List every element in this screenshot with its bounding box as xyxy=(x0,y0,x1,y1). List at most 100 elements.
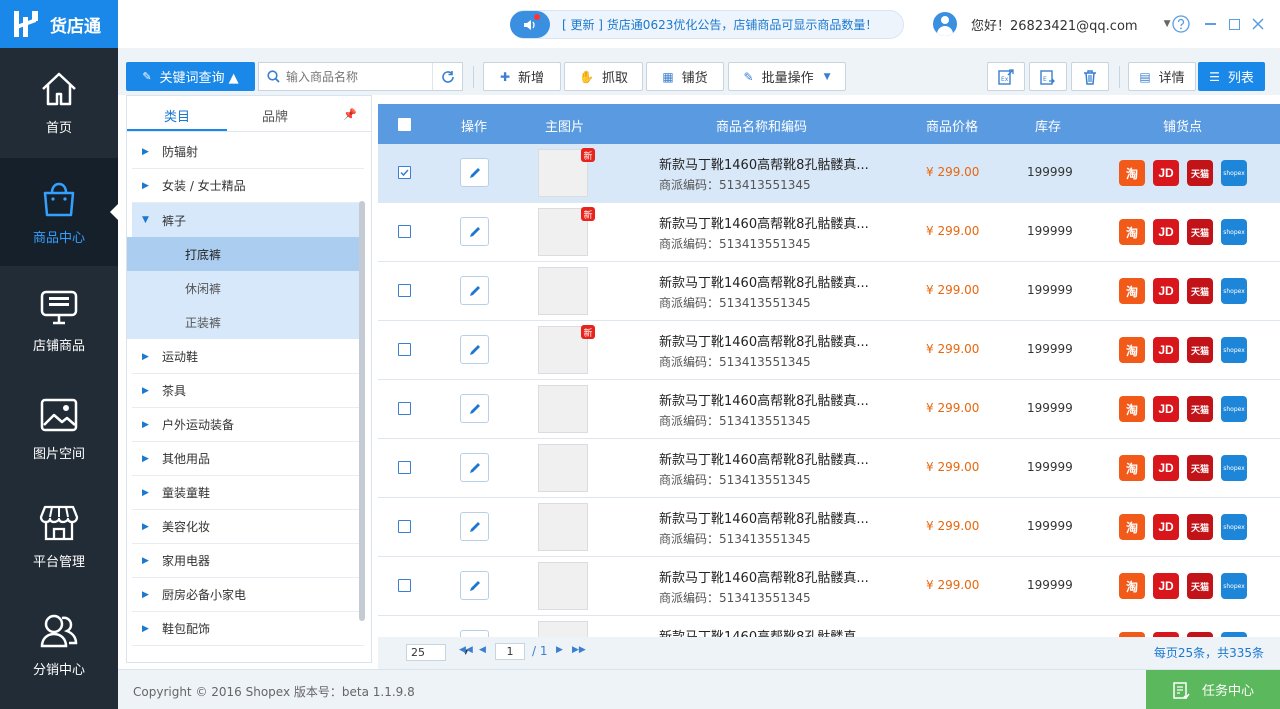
jd-icon[interactable]: JD xyxy=(1153,455,1179,481)
table-row[interactable]: 新款马丁靴1460高帮靴8孔骷髅真...商派编码：513413551345¥ 2… xyxy=(378,262,1280,321)
collapsed-arrow-icon[interactable]: ▶ xyxy=(142,522,162,532)
delete-button[interactable] xyxy=(1071,62,1109,91)
search-input[interactable] xyxy=(286,69,436,84)
table-row[interactable]: 新 新款马丁靴1460高帮靴8孔骷髅真... 商派编码：513413551345 ¥ … xyxy=(378,203,1280,262)
collapsed-arrow-icon[interactable]: ▶ xyxy=(142,147,162,157)
grab-button[interactable]: ✋ 抓取 xyxy=(564,62,643,91)
product-name[interactable]: 新款马丁靴1460高帮靴8孔骷髅真... xyxy=(659,154,869,173)
import-button[interactable]: E xyxy=(1029,62,1067,91)
last-page-icon[interactable]: ▶▶ xyxy=(572,645,586,655)
tmall-icon[interactable]: 天猫 xyxy=(1187,396,1213,422)
row-checkbox[interactable] xyxy=(398,284,411,297)
collapsed-arrow-icon[interactable]: ▶ xyxy=(142,181,162,191)
distribute-button[interactable]: ▦ 铺货 xyxy=(646,62,724,91)
table-row[interactable]: 新款马丁靴1460高帮靴8孔骷髅真...商派编码：513413551345¥ 2… xyxy=(378,439,1280,498)
jd-icon[interactable]: JD xyxy=(1153,573,1179,599)
page-size-select[interactable]: 25 ▼ xyxy=(406,644,468,661)
page-input[interactable]: 1 xyxy=(495,643,525,660)
table-row[interactable]: 新款马丁靴1460高帮靴8孔骷髅真...商派编码：513413551345¥ 2… xyxy=(378,380,1280,439)
tab-brand[interactable]: 品牌 xyxy=(262,106,288,125)
taobao-icon[interactable]: 淘 xyxy=(1119,455,1145,481)
nav-item-home[interactable]: 首页 xyxy=(0,48,118,156)
nav-item-distribution[interactable]: 分销中心 xyxy=(0,590,118,698)
category-item[interactable]: ▶ 鞋包配饰 xyxy=(132,612,364,646)
collapsed-arrow-icon[interactable]: ▶ xyxy=(142,352,162,362)
edit-button[interactable] xyxy=(460,571,489,600)
minimize-icon[interactable] xyxy=(1200,14,1220,34)
category-item[interactable]: ▶ 家用电器 xyxy=(132,544,364,578)
edit-button[interactable] xyxy=(460,158,489,187)
detail-view-button[interactable]: ▤ 详情 xyxy=(1128,62,1196,91)
category-item[interactable]: ▶ 户外运动装备 xyxy=(132,408,364,442)
shopex-icon[interactable]: shopex xyxy=(1221,337,1247,363)
product-image[interactable] xyxy=(538,444,588,492)
maximize-icon[interactable] xyxy=(1224,14,1244,34)
jd-icon[interactable]: JD xyxy=(1153,160,1179,186)
product-image[interactable] xyxy=(538,503,588,551)
user-menu[interactable]: 您好！26823421@qq.com ▼ xyxy=(933,12,1171,36)
taobao-icon[interactable]: 淘 xyxy=(1119,219,1145,245)
tmall-icon[interactable]: 天猫 xyxy=(1187,160,1213,186)
add-button[interactable]: ✚ 新增 xyxy=(483,62,561,91)
product-name[interactable]: 新款马丁靴1460高帮靴8孔骷髅真... xyxy=(659,390,869,409)
jd-icon[interactable]: JD xyxy=(1153,219,1179,245)
taobao-icon[interactable]: 淘 xyxy=(1119,396,1145,422)
edit-button[interactable] xyxy=(460,217,489,246)
keyword-query-button[interactable]: ✎ 关键词查询 ▲ xyxy=(126,62,255,91)
collapsed-arrow-icon[interactable]: ▶ xyxy=(142,556,162,566)
category-item[interactable]: ▶ 其他用品 xyxy=(132,442,364,476)
row-checkbox[interactable] xyxy=(398,461,411,474)
collapsed-arrow-icon[interactable]: ▶ xyxy=(142,624,162,634)
tab-category[interactable]: 类目 xyxy=(164,106,190,125)
edit-button[interactable] xyxy=(460,512,489,541)
select-all-checkbox[interactable] xyxy=(398,118,411,131)
help-icon[interactable] xyxy=(1171,14,1191,34)
collapsed-arrow-icon[interactable]: ▶ xyxy=(142,454,162,464)
row-checkbox[interactable] xyxy=(398,579,411,592)
category-item[interactable]: ▶ 茶具 xyxy=(132,374,364,408)
collapsed-arrow-icon[interactable]: ▶ xyxy=(142,386,162,396)
jd-icon[interactable]: JD xyxy=(1153,278,1179,304)
task-center-button[interactable]: 任务中心 xyxy=(1146,670,1280,709)
row-checkbox[interactable] xyxy=(398,225,411,238)
prev-page-icon[interactable]: ◀ xyxy=(479,645,486,655)
tmall-icon[interactable]: 天猫 xyxy=(1187,337,1213,363)
taobao-icon[interactable]: 淘 xyxy=(1119,337,1145,363)
shopex-icon[interactable]: shopex xyxy=(1221,573,1247,599)
nav-item-image-space[interactable]: 图片空间 xyxy=(0,374,118,482)
shopex-icon[interactable]: shopex xyxy=(1221,160,1247,186)
nav-item-product-center[interactable]: 商品中心 xyxy=(0,158,118,266)
shopex-icon[interactable]: shopex xyxy=(1221,278,1247,304)
close-icon[interactable] xyxy=(1248,14,1268,34)
tmall-icon[interactable]: 天猫 xyxy=(1187,455,1213,481)
collapsed-arrow-icon[interactable]: ▶ xyxy=(142,488,162,498)
tmall-icon[interactable]: 天猫 xyxy=(1187,219,1213,245)
table-row[interactable]: 新款马丁靴1460高帮靴8孔骷髅真...商派编码：513413551345¥ 2… xyxy=(378,498,1280,557)
taobao-icon[interactable]: 淘 xyxy=(1119,514,1145,540)
table-row[interactable]: 新款马丁靴1460高帮靴8孔骷髅真...商派编码：513413551345¥ 2… xyxy=(378,616,1280,637)
category-item[interactable]: ▼ 裤子 xyxy=(132,203,364,237)
subcategory-item[interactable]: 正装裤 xyxy=(127,305,363,339)
subcategory-item[interactable]: 打底裤 xyxy=(127,237,363,271)
product-image[interactable] xyxy=(538,385,588,433)
nav-item-platform[interactable]: 平台管理 xyxy=(0,482,118,590)
tmall-icon[interactable]: 天猫 xyxy=(1187,278,1213,304)
product-name[interactable]: 新款马丁靴1460高帮靴8孔骷髅真... xyxy=(659,626,869,637)
tmall-icon[interactable]: 天猫 xyxy=(1187,573,1213,599)
category-item[interactable]: ▶ 运动鞋 xyxy=(132,340,364,374)
collapsed-arrow-icon[interactable]: ▶ xyxy=(142,420,162,430)
category-item[interactable]: ▶ 防辐射 xyxy=(132,135,364,169)
subcategory-item[interactable]: 休闲裤 xyxy=(127,271,363,305)
row-checkbox[interactable] xyxy=(398,520,411,533)
edit-button[interactable] xyxy=(460,630,489,637)
table-row[interactable]: 新 新款马丁靴1460高帮靴8孔骷髅真... 商派编码：513413551345 ¥ … xyxy=(378,144,1280,203)
product-name[interactable]: 新款马丁靴1460高帮靴8孔骷髅真... xyxy=(659,331,869,350)
shopex-icon[interactable]: shopex xyxy=(1221,219,1247,245)
product-image[interactable] xyxy=(538,621,588,637)
row-checkbox[interactable] xyxy=(398,166,411,179)
shopex-icon[interactable]: shopex xyxy=(1221,514,1247,540)
refresh-icon[interactable] xyxy=(432,63,462,90)
product-name[interactable]: 新款马丁靴1460高帮靴8孔骷髅真... xyxy=(659,567,869,586)
list-view-button[interactable]: ☰ 列表 xyxy=(1198,62,1265,91)
tmall-icon[interactable]: 天猫 xyxy=(1187,514,1213,540)
